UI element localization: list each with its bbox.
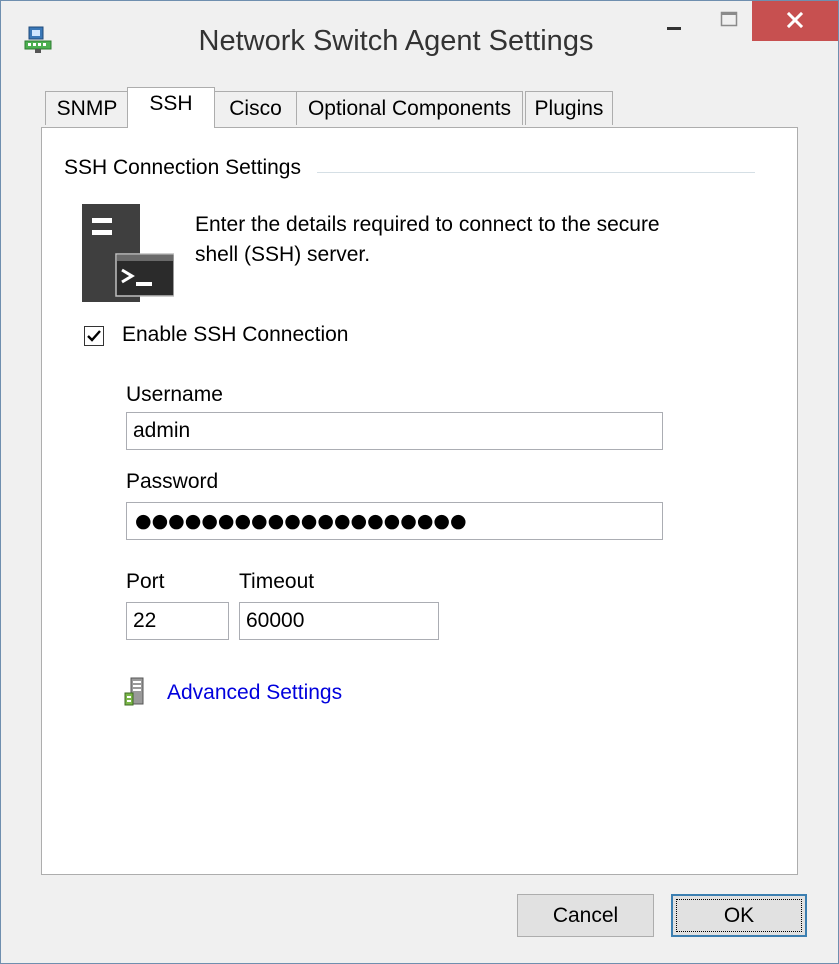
close-button[interactable] (752, 1, 838, 41)
group-divider (317, 172, 755, 173)
maximize-icon (720, 11, 738, 27)
minimize-button[interactable] (648, 1, 700, 41)
group-title: SSH Connection Settings (64, 156, 311, 180)
minimize-icon (667, 27, 681, 30)
advanced-settings-icon (124, 677, 144, 706)
tab-strip: SNMP SSH Cisco Optional Components Plugi… (45, 87, 839, 128)
tab-snmp[interactable]: SNMP (45, 91, 129, 125)
maximize-button[interactable] (702, 1, 754, 41)
username-label: Username (126, 383, 223, 406)
timeout-label: Timeout (239, 570, 315, 593)
enable-ssh-label[interactable]: Enable SSH Connection (122, 323, 348, 347)
tab-ssh[interactable]: SSH (127, 87, 215, 128)
port-label: Port (126, 570, 165, 593)
ssh-description: Enter the details required to connect to… (195, 213, 660, 266)
password-label: Password (126, 470, 219, 493)
tab-cisco[interactable]: Cisco (214, 91, 297, 125)
network-agent-app-icon (24, 26, 52, 53)
terminal-server-icon (82, 204, 174, 302)
port-input[interactable] (126, 602, 229, 640)
password-input[interactable]: ●●●●●●●●●●●●●●●●●●●● (126, 502, 663, 540)
username-input[interactable] (126, 412, 663, 450)
checkmark-icon (87, 330, 101, 342)
enable-ssh-checkbox[interactable] (84, 326, 104, 346)
cancel-button[interactable]: Cancel (517, 894, 654, 937)
timeout-input[interactable] (239, 602, 439, 640)
settings-window: Network Switch Agent Settings SNMP SSH C… (0, 0, 839, 964)
title-bar[interactable]: Network Switch Agent Settings (1, 1, 838, 79)
ssh-tab-panel: SSH Connection Settings Enter the detail… (41, 127, 798, 875)
ok-button[interactable]: OK (671, 894, 807, 937)
window-title: Network Switch Agent Settings (198, 25, 594, 57)
tab-plugins[interactable]: Plugins (525, 91, 613, 125)
tab-optional-components[interactable]: Optional Components (296, 91, 523, 125)
advanced-settings-link[interactable]: Advanced Settings (167, 681, 342, 705)
ok-button-label: OK (723, 903, 755, 927)
close-icon (786, 11, 804, 29)
